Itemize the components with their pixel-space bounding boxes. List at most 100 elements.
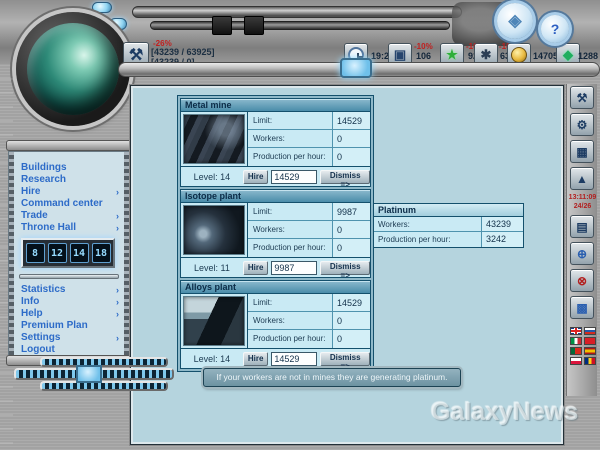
hire-amount-input[interactable] xyxy=(271,261,317,275)
dismiss-button[interactable]: Dismiss => xyxy=(320,352,370,366)
premium-button[interactable]: ◈ xyxy=(497,3,533,39)
submenu-arrow-icon: › xyxy=(116,296,122,308)
galaxy-icon[interactable]: ⊕ xyxy=(570,242,594,265)
workers-label: Workers: xyxy=(248,221,332,238)
planet-image xyxy=(27,23,119,115)
building-image xyxy=(183,114,245,164)
panel-toggle-button[interactable] xyxy=(340,58,372,78)
workers-value: 0 xyxy=(332,312,370,329)
dismiss-button[interactable]: Dismiss => xyxy=(320,170,370,184)
production-label: Production per hour: xyxy=(248,330,332,348)
flag-romania-icon[interactable] xyxy=(584,357,596,365)
menu-divider xyxy=(19,274,119,279)
production-value: 0 xyxy=(332,148,370,166)
building-level: Level: 11 xyxy=(181,263,243,273)
factory-icon[interactable]: ⚙ xyxy=(570,113,594,136)
bolt-strip-decoration xyxy=(9,152,14,355)
building-title: Alloys plant xyxy=(181,281,370,294)
buildings-list: Metal mine Limit:14529 Workers:0 Product… xyxy=(177,95,374,372)
sidebar-item-settings[interactable]: Settings› xyxy=(16,332,122,344)
flag-turkey-icon[interactable] xyxy=(584,337,596,345)
flag-russia-icon[interactable] xyxy=(584,327,596,335)
map-icon[interactable]: ▩ xyxy=(570,296,594,319)
hire-button[interactable]: Hire xyxy=(243,352,269,366)
submenu-arrow-icon xyxy=(119,162,122,174)
galaxynews-watermark: GalaxyNews xyxy=(431,398,578,427)
resource-delta: -10% xyxy=(414,42,433,51)
workers-value: 0 xyxy=(332,221,370,238)
menu-primary: Buildings Research Hire› Command center … xyxy=(16,162,122,234)
pipe-connector-decoration xyxy=(244,16,264,35)
building-level: Level: 14 xyxy=(181,172,243,182)
fleet-timer: 13:11:09 xyxy=(567,194,598,202)
flag-poland-icon[interactable] xyxy=(570,357,582,365)
platinum-workers-label: Workers: xyxy=(374,217,481,231)
diamond-icon: ◈ xyxy=(508,11,521,31)
sidebar-item-buildings[interactable]: Buildings xyxy=(16,162,122,174)
sidebar: Buildings Research Hire› Command center … xyxy=(8,151,130,356)
hire-amount-input[interactable] xyxy=(271,170,317,184)
building-card-metal-mine: Metal mine Limit:14529 Workers:0 Product… xyxy=(180,98,371,187)
dismiss-button[interactable]: Dismiss => xyxy=(320,261,370,275)
limit-label: Limit: xyxy=(248,112,332,129)
building-title: Metal mine xyxy=(181,99,370,112)
right-toolbar: ⚒ ⚙ ▦ ▲ 13:11:09 24/26 ▤ ⊕ ⊗ ▩ xyxy=(566,84,597,396)
platinum-title: Platinum xyxy=(374,204,523,217)
city-icon[interactable]: ▦ xyxy=(570,140,594,163)
limit-value: 14529 xyxy=(332,294,370,311)
help-button[interactable]: ? xyxy=(541,15,569,43)
flag-portugal-icon[interactable] xyxy=(570,347,582,355)
submenu-arrow-icon: › xyxy=(116,186,122,198)
sidebar-item-command-center[interactable]: Command center xyxy=(16,198,122,210)
attack-icon[interactable]: ⊗ xyxy=(570,269,594,292)
production-label: Production per hour: xyxy=(248,148,332,166)
sidebar-item-research[interactable]: Research xyxy=(16,174,122,186)
vent-decoration xyxy=(40,357,168,367)
sidebar-item-premium-plan[interactable]: Premium Plan xyxy=(16,320,122,332)
notice-bar: If your workers are not in mines they ar… xyxy=(203,368,461,387)
submenu-arrow-icon: › xyxy=(116,308,122,320)
flag-italy-icon[interactable] xyxy=(570,337,582,345)
sidebar-item-info[interactable]: Info› xyxy=(16,296,122,308)
building-image xyxy=(183,205,245,255)
building-level: Level: 14 xyxy=(181,354,243,364)
report-icon[interactable]: ▤ xyxy=(570,215,594,238)
counter-digit: 14 xyxy=(70,243,89,263)
hire-button[interactable]: Hire xyxy=(243,261,269,275)
flag-spain-icon[interactable] xyxy=(584,347,596,355)
workers-label: Workers: xyxy=(248,312,332,329)
sidebar-item-hire[interactable]: Hire› xyxy=(16,186,122,198)
submenu-arrow-icon: › xyxy=(116,332,122,344)
flag-uk-icon[interactable] xyxy=(570,327,582,335)
hire-button[interactable]: Hire xyxy=(243,170,269,184)
pipe-decoration xyxy=(132,6,462,18)
vent-light-decoration xyxy=(76,365,102,383)
question-icon: ? xyxy=(551,21,560,37)
resource-value: 106 xyxy=(416,51,431,61)
sidebar-top-cap-decoration xyxy=(6,140,132,151)
sidebar-item-statistics[interactable]: Statistics› xyxy=(16,284,122,296)
limit-label: Limit: xyxy=(248,294,332,311)
sidebar-item-throne-hall[interactable]: Throne Hall› xyxy=(16,222,122,234)
sidebar-item-trade[interactable]: Trade› xyxy=(16,210,122,222)
building-card-isotope-plant: Isotope plant Limit:9987 Workers:0 Produ… xyxy=(180,189,371,278)
construction-icon[interactable]: ⚒ xyxy=(570,86,594,109)
coin-glyph xyxy=(511,47,527,63)
gems-value: 1288 xyxy=(578,51,598,61)
sidebar-item-help[interactable]: Help› xyxy=(16,308,122,320)
hire-amount-input[interactable] xyxy=(271,352,317,366)
submenu-arrow-icon xyxy=(119,198,122,210)
building-image xyxy=(183,296,245,346)
building-card-alloys-plant: Alloys plant Limit:14529 Workers:0 Produ… xyxy=(180,280,371,369)
submenu-arrow-icon: › xyxy=(116,210,122,222)
counter-digit: 8 xyxy=(26,243,45,263)
counter-digit: 18 xyxy=(92,243,111,263)
menu-secondary: Statistics› Info› Help› Premium Plan Set… xyxy=(16,284,122,356)
platinum-workers-value: 43239 xyxy=(481,217,523,231)
main-panel: Metal mine Limit:14529 Workers:0 Product… xyxy=(130,85,564,445)
limit-value: 14529 xyxy=(332,112,370,129)
worker-capacity: [43239 / 63925] xyxy=(151,47,215,57)
workers-label: Workers: xyxy=(248,130,332,147)
production-value: 0 xyxy=(332,239,370,257)
rocket-icon[interactable]: ▲ xyxy=(570,167,594,190)
